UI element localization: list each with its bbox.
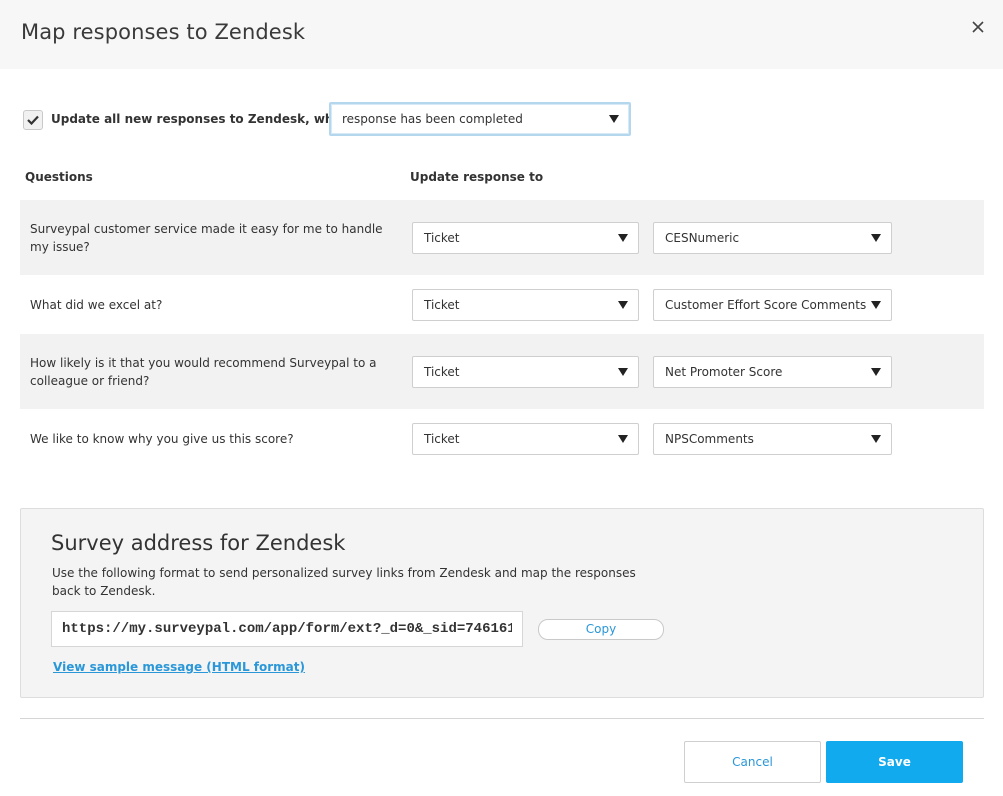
survey-address-description: Use the following format to send persona… [52,566,636,598]
chevron-down-icon [618,435,628,443]
trigger-condition-select[interactable]: response has been completed [329,102,631,136]
footer-divider [20,718,984,719]
question-text: What did we excel at? [30,297,163,312]
close-button[interactable] [965,14,991,40]
close-icon [972,21,984,33]
cancel-button[interactable]: Cancel [684,741,821,783]
view-sample-message-link[interactable]: View sample message (HTML format) [53,660,305,674]
dialog-title: Map responses to Zendesk [21,20,306,44]
target-value: Ticket [424,365,460,379]
dialog-header: Map responses to Zendesk [0,0,1003,69]
trigger-condition-value: response has been completed [342,112,523,126]
questions-column-header: Questions [25,170,93,184]
field-select[interactable]: Customer Effort Score Comments [653,289,892,321]
chevron-down-icon [609,115,619,123]
target-value: Ticket [424,432,460,446]
target-select[interactable]: Ticket [412,289,639,321]
question-text: We like to know why you give us this sco… [30,431,294,446]
survey-address-panel: Survey address for Zendesk Use the follo… [20,508,984,698]
checkmark-icon [27,115,39,125]
chevron-down-icon [871,368,881,376]
survey-url-field[interactable] [51,611,523,647]
chevron-down-icon [618,301,628,309]
target-value: Ticket [424,231,460,245]
chevron-down-icon [618,368,628,376]
field-select[interactable]: NPSComments [653,423,892,455]
field-value: Net Promoter Score [665,365,783,379]
save-button[interactable]: Save [826,741,963,783]
chevron-down-icon [871,301,881,309]
trigger-label: Update all new responses to Zendesk, whe… [51,112,351,126]
field-value: Customer Effort Score Comments [665,298,867,312]
chevron-down-icon [871,234,881,242]
chevron-down-icon [871,435,881,443]
update-column-header: Update response to [410,170,544,184]
field-select[interactable]: CESNumeric [653,222,892,254]
field-select[interactable]: Net Promoter Score [653,356,892,388]
target-select[interactable]: Ticket [412,356,639,388]
target-select[interactable]: Ticket [412,423,639,455]
copy-button[interactable]: Copy [538,619,664,640]
survey-address-title: Survey address for Zendesk [51,531,346,555]
question-text: How likely is it that you would recommen… [30,355,377,388]
update-responses-checkbox[interactable] [23,110,43,130]
survey-url-input[interactable] [52,612,512,646]
target-select[interactable]: Ticket [412,222,639,254]
question-text: Surveypal customer service made it easy … [30,221,383,254]
target-value: Ticket [424,298,460,312]
field-value: CESNumeric [665,231,740,245]
chevron-down-icon [618,234,628,242]
field-value: NPSComments [665,432,754,446]
